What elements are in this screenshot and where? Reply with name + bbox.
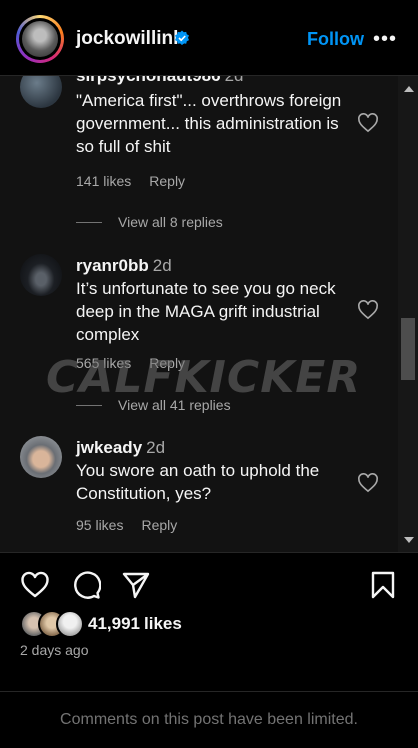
comment-time: 2d (225, 76, 244, 85)
comments-limited-notice: Comments on this post have been limited. (0, 691, 418, 747)
comment-likes[interactable]: 141 likes (76, 173, 131, 189)
comment-username[interactable]: ryanr0bb (76, 256, 149, 275)
post-likes-count[interactable]: 41,991 likes (88, 614, 182, 634)
comments-scrollbar[interactable] (398, 76, 418, 552)
scrollbar-thumb[interactable] (401, 318, 415, 380)
comment-avatar[interactable] (20, 76, 62, 108)
like-comment-heart-icon[interactable] (357, 300, 379, 320)
replies-divider (76, 404, 102, 406)
bookmark-icon[interactable] (368, 570, 398, 600)
post-actions-section: 41,991 likes 2 days ago Comments on this … (0, 552, 418, 746)
replies-divider (76, 221, 102, 223)
post-time-ago: 2 days ago (20, 642, 89, 658)
owner-username[interactable]: jockowillink (76, 28, 184, 50)
scroll-down-arrow-icon[interactable] (404, 537, 414, 543)
comment-text: "America first"... overthrows foreign go… (76, 91, 342, 156)
comment-bubble-icon[interactable] (71, 570, 101, 600)
comment-username[interactable]: sirpsychonaut986 (76, 76, 221, 85)
comment-username[interactable]: jwkeady (76, 438, 142, 457)
comment-likes[interactable]: 95 likes (76, 517, 123, 533)
send-plane-icon[interactable] (121, 570, 151, 600)
comment-time: 2d (146, 438, 166, 457)
scroll-up-arrow-icon[interactable] (404, 86, 414, 92)
verified-badge-icon (175, 30, 189, 46)
like-comment-heart-icon[interactable] (357, 113, 379, 133)
owner-avatar[interactable] (16, 15, 64, 63)
view-replies-button[interactable]: View all 8 replies (76, 214, 223, 230)
liker-avatar[interactable] (56, 610, 84, 638)
comment-avatar[interactable] (20, 254, 62, 296)
post-header: jockowillink Follow ••• (0, 0, 418, 76)
reply-button[interactable]: Reply (149, 173, 185, 189)
comment-text: It’s unfortunate to see you go neck deep… (76, 279, 336, 344)
comment-avatar[interactable] (20, 436, 62, 478)
watermark-text: CALFKICKER (46, 352, 362, 403)
comments-list[interactable]: sirpsychonaut986 2d "America first"... ov… (0, 76, 398, 552)
heart-icon[interactable] (20, 570, 50, 600)
comment-text: You swore an oath to uphold the Constitu… (76, 461, 320, 503)
owner-avatar-photo (22, 21, 58, 57)
reply-button[interactable]: Reply (141, 517, 177, 533)
more-options-icon[interactable]: ••• (373, 28, 397, 51)
comment-time: 2d (152, 256, 172, 275)
follow-button[interactable]: Follow (307, 29, 364, 50)
like-comment-heart-icon[interactable] (357, 473, 379, 493)
